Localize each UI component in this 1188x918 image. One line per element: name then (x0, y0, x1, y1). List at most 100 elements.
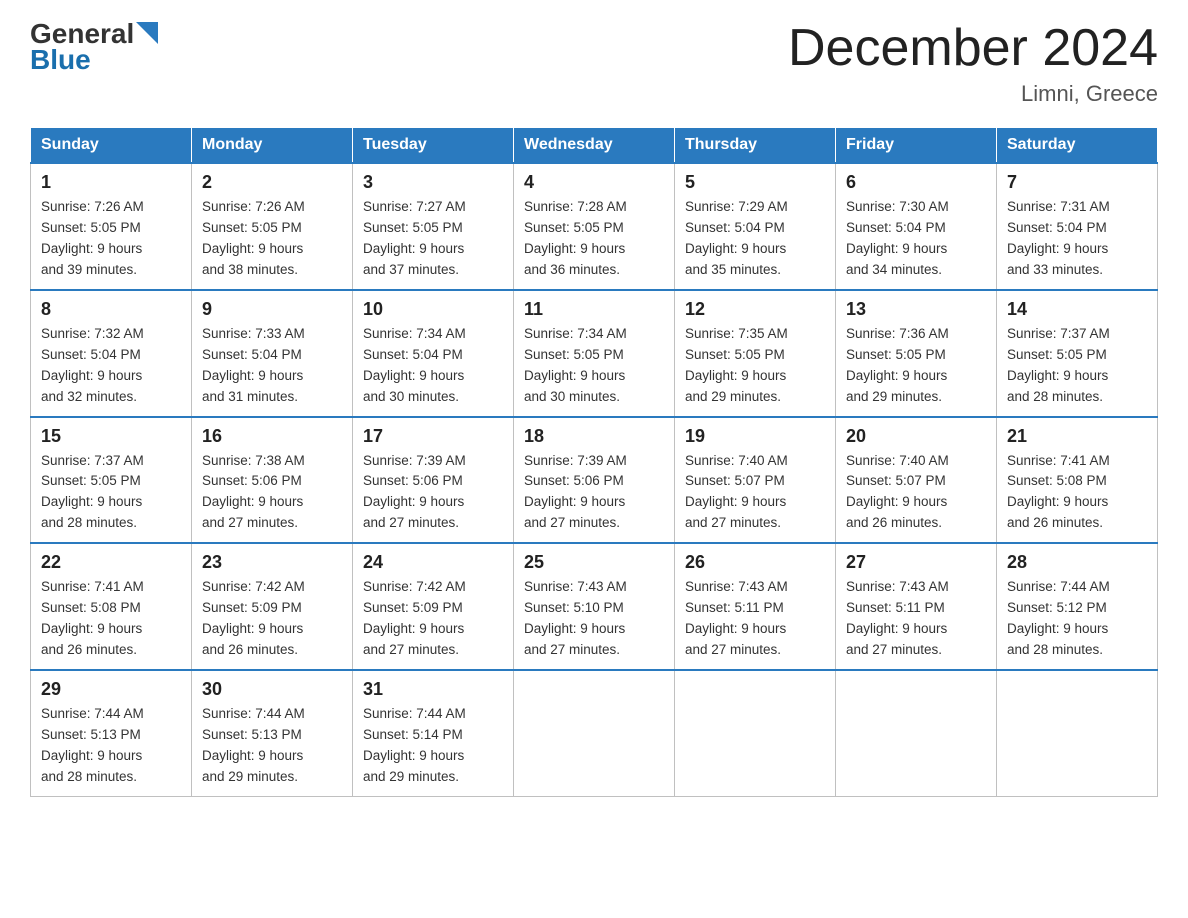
day-info: Sunrise: 7:39 AMSunset: 5:06 PMDaylight:… (363, 451, 503, 535)
calendar-cell: 23 Sunrise: 7:42 AMSunset: 5:09 PMDayligh… (192, 543, 353, 670)
day-number: 26 (685, 552, 825, 573)
day-number: 22 (41, 552, 181, 573)
page-header: General Blue December 2024 Limni, Greece (30, 20, 1158, 107)
calendar-week-row: 8Sunrise: 7:32 AMSunset: 5:04 PMDaylight… (31, 290, 1158, 417)
calendar-cell: 4 Sunrise: 7:28 AMSunset: 5:05 PMDaylight… (514, 163, 675, 290)
day-number: 4 (524, 172, 664, 193)
calendar-cell: 20 Sunrise: 7:40 AMSunset: 5:07 PMDayligh… (836, 417, 997, 544)
day-number: 17 (363, 426, 503, 447)
calendar-cell: 30Sunrise: 7:44 AMSunset: 5:13 PMDayligh… (192, 670, 353, 796)
day-number: 15 (41, 426, 181, 447)
day-info: Sunrise: 7:40 AMSunset: 5:07 PMDaylight:… (846, 451, 986, 535)
day-number: 23 (202, 552, 342, 573)
day-info: Sunrise: 7:40 AMSunset: 5:07 PMDaylight:… (685, 451, 825, 535)
day-info: Sunrise: 7:37 AMSunset: 5:05 PMDaylight:… (41, 451, 181, 535)
calendar-table: SundayMondayTuesdayWednesdayThursdayFrid… (30, 127, 1158, 796)
day-number: 7 (1007, 172, 1147, 193)
col-header-thursday: Thursday (675, 128, 836, 164)
day-number: 11 (524, 299, 664, 320)
calendar-week-row: 22Sunrise: 7:41 AMSunset: 5:08 PMDayligh… (31, 543, 1158, 670)
calendar-cell: 9 Sunrise: 7:33 AMSunset: 5:04 PMDaylight… (192, 290, 353, 417)
month-title: December 2024 (788, 20, 1158, 77)
calendar-cell: 24Sunrise: 7:42 AMSunset: 5:09 PMDayligh… (353, 543, 514, 670)
calendar-cell: 6 Sunrise: 7:30 AMSunset: 5:04 PMDaylight… (836, 163, 997, 290)
calendar-cell: 21 Sunrise: 7:41 AMSunset: 5:08 PMDayligh… (997, 417, 1158, 544)
day-number: 12 (685, 299, 825, 320)
calendar-cell: 26 Sunrise: 7:43 AMSunset: 5:11 PMDayligh… (675, 543, 836, 670)
col-header-wednesday: Wednesday (514, 128, 675, 164)
calendar-cell: 18Sunrise: 7:39 AMSunset: 5:06 PMDayligh… (514, 417, 675, 544)
day-info: Sunrise: 7:38 AMSunset: 5:06 PMDaylight:… (202, 451, 342, 535)
day-info: Sunrise: 7:44 AMSunset: 5:12 PMDaylight:… (1007, 577, 1147, 661)
calendar-cell (514, 670, 675, 796)
day-number: 6 (846, 172, 986, 193)
calendar-cell: 31 Sunrise: 7:44 AMSunset: 5:14 PMDayligh… (353, 670, 514, 796)
calendar-cell (675, 670, 836, 796)
col-header-sunday: Sunday (31, 128, 192, 164)
day-number: 8 (41, 299, 181, 320)
day-number: 24 (363, 552, 503, 573)
day-number: 25 (524, 552, 664, 573)
calendar-week-row: 1 Sunrise: 7:26 AMSunset: 5:05 PMDaylight… (31, 163, 1158, 290)
day-info: Sunrise: 7:33 AMSunset: 5:04 PMDaylight:… (202, 324, 342, 408)
calendar-cell: 29Sunrise: 7:44 AMSunset: 5:13 PMDayligh… (31, 670, 192, 796)
calendar-cell: 17 Sunrise: 7:39 AMSunset: 5:06 PMDayligh… (353, 417, 514, 544)
day-info: Sunrise: 7:43 AMSunset: 5:10 PMDaylight:… (524, 577, 664, 661)
calendar-cell: 15 Sunrise: 7:37 AMSunset: 5:05 PMDayligh… (31, 417, 192, 544)
calendar-cell: 11 Sunrise: 7:34 AMSunset: 5:05 PMDayligh… (514, 290, 675, 417)
day-number: 31 (363, 679, 503, 700)
calendar-cell: 7 Sunrise: 7:31 AMSunset: 5:04 PMDaylight… (997, 163, 1158, 290)
day-number: 13 (846, 299, 986, 320)
day-info: Sunrise: 7:27 AMSunset: 5:05 PMDaylight:… (363, 197, 503, 281)
day-info: Sunrise: 7:44 AMSunset: 5:13 PMDaylight:… (202, 704, 342, 788)
calendar-header-row: SundayMondayTuesdayWednesdayThursdayFrid… (31, 128, 1158, 164)
calendar-cell: 10Sunrise: 7:34 AMSunset: 5:04 PMDayligh… (353, 290, 514, 417)
calendar-cell: 27Sunrise: 7:43 AMSunset: 5:11 PMDayligh… (836, 543, 997, 670)
day-info: Sunrise: 7:34 AMSunset: 5:05 PMDaylight:… (524, 324, 664, 408)
day-info: Sunrise: 7:34 AMSunset: 5:04 PMDaylight:… (363, 324, 503, 408)
calendar-cell: 2 Sunrise: 7:26 AMSunset: 5:05 PMDaylight… (192, 163, 353, 290)
day-info: Sunrise: 7:44 AMSunset: 5:13 PMDaylight:… (41, 704, 181, 788)
calendar-cell: 13Sunrise: 7:36 AMSunset: 5:05 PMDayligh… (836, 290, 997, 417)
day-number: 1 (41, 172, 181, 193)
day-info: Sunrise: 7:44 AMSunset: 5:14 PMDaylight:… (363, 704, 503, 788)
day-number: 16 (202, 426, 342, 447)
day-info: Sunrise: 7:35 AMSunset: 5:05 PMDaylight:… (685, 324, 825, 408)
day-info: Sunrise: 7:26 AMSunset: 5:05 PMDaylight:… (41, 197, 181, 281)
calendar-cell: 1 Sunrise: 7:26 AMSunset: 5:05 PMDaylight… (31, 163, 192, 290)
day-info: Sunrise: 7:43 AMSunset: 5:11 PMDaylight:… (685, 577, 825, 661)
calendar-cell: 22Sunrise: 7:41 AMSunset: 5:08 PMDayligh… (31, 543, 192, 670)
day-number: 18 (524, 426, 664, 447)
calendar-cell: 25 Sunrise: 7:43 AMSunset: 5:10 PMDayligh… (514, 543, 675, 670)
day-number: 27 (846, 552, 986, 573)
day-number: 2 (202, 172, 342, 193)
title-block: December 2024 Limni, Greece (788, 20, 1158, 107)
day-number: 28 (1007, 552, 1147, 573)
calendar-cell: 5Sunrise: 7:29 AMSunset: 5:04 PMDaylight… (675, 163, 836, 290)
calendar-cell (997, 670, 1158, 796)
day-number: 9 (202, 299, 342, 320)
calendar-cell: 3Sunrise: 7:27 AMSunset: 5:05 PMDaylight… (353, 163, 514, 290)
day-info: Sunrise: 7:26 AMSunset: 5:05 PMDaylight:… (202, 197, 342, 281)
day-info: Sunrise: 7:42 AMSunset: 5:09 PMDaylight:… (202, 577, 342, 661)
col-header-saturday: Saturday (997, 128, 1158, 164)
logo: General Blue (30, 20, 158, 76)
calendar-cell: 28 Sunrise: 7:44 AMSunset: 5:12 PMDayligh… (997, 543, 1158, 670)
day-info: Sunrise: 7:30 AMSunset: 5:04 PMDaylight:… (846, 197, 986, 281)
day-info: Sunrise: 7:31 AMSunset: 5:04 PMDaylight:… (1007, 197, 1147, 281)
day-info: Sunrise: 7:28 AMSunset: 5:05 PMDaylight:… (524, 197, 664, 281)
day-info: Sunrise: 7:37 AMSunset: 5:05 PMDaylight:… (1007, 324, 1147, 408)
day-info: Sunrise: 7:41 AMSunset: 5:08 PMDaylight:… (1007, 451, 1147, 535)
calendar-week-row: 29Sunrise: 7:44 AMSunset: 5:13 PMDayligh… (31, 670, 1158, 796)
location: Limni, Greece (788, 81, 1158, 107)
calendar-cell: 16 Sunrise: 7:38 AMSunset: 5:06 PMDayligh… (192, 417, 353, 544)
logo-arrow-icon (136, 22, 158, 44)
calendar-cell: 8Sunrise: 7:32 AMSunset: 5:04 PMDaylight… (31, 290, 192, 417)
logo-blue: Blue (30, 44, 91, 76)
calendar-week-row: 15 Sunrise: 7:37 AMSunset: 5:05 PMDayligh… (31, 417, 1158, 544)
day-number: 20 (846, 426, 986, 447)
day-number: 14 (1007, 299, 1147, 320)
day-number: 19 (685, 426, 825, 447)
calendar-cell: 14 Sunrise: 7:37 AMSunset: 5:05 PMDayligh… (997, 290, 1158, 417)
day-number: 21 (1007, 426, 1147, 447)
